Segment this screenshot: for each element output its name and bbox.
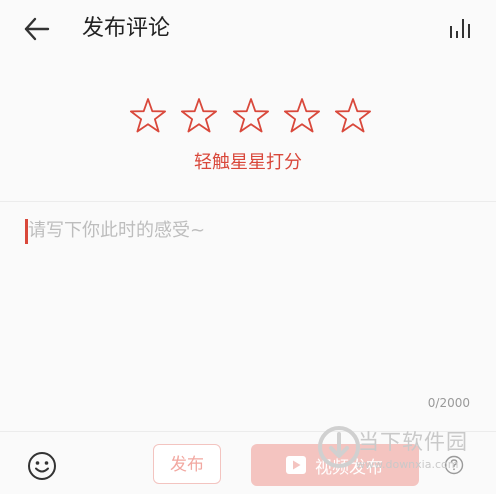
help-button[interactable]	[444, 455, 464, 475]
smiley-icon	[28, 452, 56, 480]
page-title: 发布评论	[82, 16, 171, 41]
star-icon[interactable]	[128, 96, 168, 136]
emoji-button[interactable]	[26, 450, 58, 482]
divider	[0, 201, 496, 202]
bottom-toolbar: 发布 视频发布	[0, 431, 496, 494]
comment-input[interactable]	[24, 216, 476, 386]
stats-button[interactable]	[446, 14, 476, 44]
star-icon[interactable]	[282, 96, 322, 136]
star-rating[interactable]	[128, 96, 373, 136]
star-icon[interactable]	[333, 96, 373, 136]
bar-chart-icon	[450, 19, 470, 38]
star-icon[interactable]	[231, 96, 271, 136]
video-publish-button[interactable]: 视频发布	[251, 444, 419, 486]
character-counter: 0/2000	[427, 396, 470, 410]
video-publish-label: 视频发布	[315, 457, 383, 478]
star-icon[interactable]	[179, 96, 219, 136]
question-icon	[444, 455, 464, 475]
play-icon	[286, 456, 306, 474]
publish-button[interactable]: 发布	[153, 444, 221, 484]
text-cursor	[25, 219, 28, 244]
back-button[interactable]	[20, 14, 54, 44]
rating-section: 轻触星星打分	[0, 62, 496, 202]
arrow-left-icon	[24, 17, 50, 41]
top-bar: 发布评论	[0, 0, 496, 62]
rating-hint: 轻触星星打分	[194, 152, 302, 173]
